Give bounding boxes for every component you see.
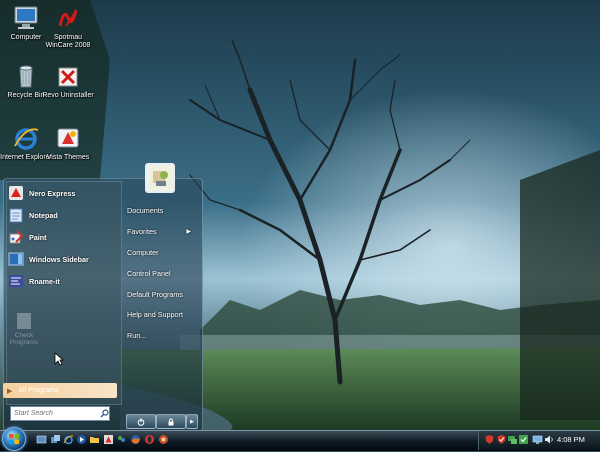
start-item-faded-label: Check Programs (9, 332, 39, 346)
start-item-label: Paint (29, 232, 47, 242)
internet-explorer-icon[interactable] (63, 434, 74, 445)
start-right-label: Documents (127, 206, 164, 215)
start-item-nero-express[interactable]: Nero Express (8, 184, 75, 202)
start-right-default-programs[interactable]: Default Programs (127, 288, 197, 302)
arrow-right-icon: ▶ (190, 418, 194, 425)
revo-uninstaller-icon (58, 67, 78, 87)
submenu-arrow-icon: ▶ (186, 229, 191, 235)
show-desktop-icon[interactable] (36, 434, 47, 445)
security-icon[interactable] (484, 434, 495, 445)
desktop-icon-revo-uninstaller[interactable]: Revo Uninstaller (42, 62, 94, 100)
start-right-computer[interactable]: Computer (127, 246, 197, 260)
power-button[interactable] (126, 414, 156, 429)
volume-icon[interactable] (544, 434, 555, 445)
start-right-run[interactable]: Run... (127, 329, 197, 343)
desktop-icon-vista-themes[interactable]: Vista Themes (42, 124, 94, 162)
vista-themes-icon (57, 128, 79, 148)
program-icon (17, 313, 31, 329)
update-icon[interactable] (518, 434, 529, 445)
folder-icon[interactable] (89, 434, 100, 445)
lock-button[interactable] (156, 414, 186, 429)
start-right-documents[interactable]: Documents (127, 204, 197, 218)
shutdown-options-button[interactable]: ▶ (186, 414, 198, 429)
start-search-box[interactable] (10, 406, 110, 421)
desktop-icon-label: Vista Themes (46, 154, 90, 161)
recycle-bin-icon (19, 65, 33, 88)
sidebar-icon (8, 252, 24, 266)
nero-icon (9, 186, 23, 200)
start-item-windows-sidebar[interactable]: Windows Sidebar (8, 250, 89, 268)
desktop-icon-label: Computer (10, 34, 42, 41)
user-account-picture[interactable] (145, 163, 175, 193)
mouse-cursor-icon (54, 352, 64, 366)
firefox-icon[interactable] (130, 434, 141, 445)
start-right-label: Help and Support (127, 310, 183, 319)
all-programs-button[interactable]: ▶ All Programs (3, 383, 117, 398)
desktop-icon-label: Revo Uninstaller (42, 92, 94, 99)
taskbar-clock[interactable]: 4:08 PM (557, 435, 585, 444)
all-programs-label: All Programs (18, 387, 59, 394)
start-right-label: Computer (127, 248, 159, 257)
start-item-notepad[interactable]: Notepad (8, 206, 58, 224)
internet-explorer-icon (14, 128, 39, 150)
start-item-label: Nero Express (29, 188, 76, 198)
desktop-icon-label: Recycle Bin (7, 92, 45, 99)
application-icon[interactable] (158, 434, 169, 445)
start-item-paint[interactable]: Paint (8, 228, 47, 246)
arrow-right-icon: ▶ (7, 387, 13, 395)
start-right-favorites[interactable]: Favorites ▶ (127, 225, 197, 239)
start-right-label: Default Programs (127, 290, 183, 299)
start-right-label: Run... (127, 331, 147, 340)
notepad-icon (9, 208, 23, 223)
shield-icon[interactable] (496, 434, 507, 445)
start-right-help-support[interactable]: Help and Support (127, 308, 197, 322)
search-icon[interactable] (100, 409, 109, 418)
spotmau-wincare-icon (58, 9, 78, 27)
network-icon[interactable] (507, 434, 518, 445)
start-item-label: Rname-it (29, 276, 60, 286)
start-item-faded[interactable]: Check Programs (6, 312, 42, 346)
paint-icon (9, 230, 24, 244)
start-right-label: Favorites (127, 227, 157, 236)
user-avatar-icon (149, 168, 171, 188)
computer-icon (14, 6, 38, 29)
start-item-rname-it[interactable]: Rname-it (8, 272, 60, 290)
display-icon[interactable] (532, 434, 543, 445)
opera-icon[interactable] (144, 434, 155, 445)
start-item-label: Notepad (29, 210, 58, 220)
start-right-label: Control Panel (127, 269, 171, 278)
start-right-control-panel[interactable]: Control Panel (127, 267, 197, 281)
switch-windows-icon[interactable] (50, 434, 61, 445)
lock-icon (168, 418, 174, 425)
desktop-icon-spotmau[interactable]: Spotmau WinCare 2008 (42, 4, 94, 50)
nero-icon[interactable] (103, 434, 114, 445)
messenger-icon[interactable] (116, 434, 127, 445)
start-item-label: Windows Sidebar (29, 254, 89, 264)
media-player-icon[interactable] (76, 434, 87, 445)
start-search-input[interactable] (11, 408, 96, 419)
power-icon (137, 418, 145, 426)
desktop-icon-label: Spotmau WinCare 2008 (45, 34, 91, 49)
rname-it-icon (9, 275, 23, 287)
start-button[interactable] (2, 427, 26, 451)
windows-logo-icon (9, 434, 19, 444)
